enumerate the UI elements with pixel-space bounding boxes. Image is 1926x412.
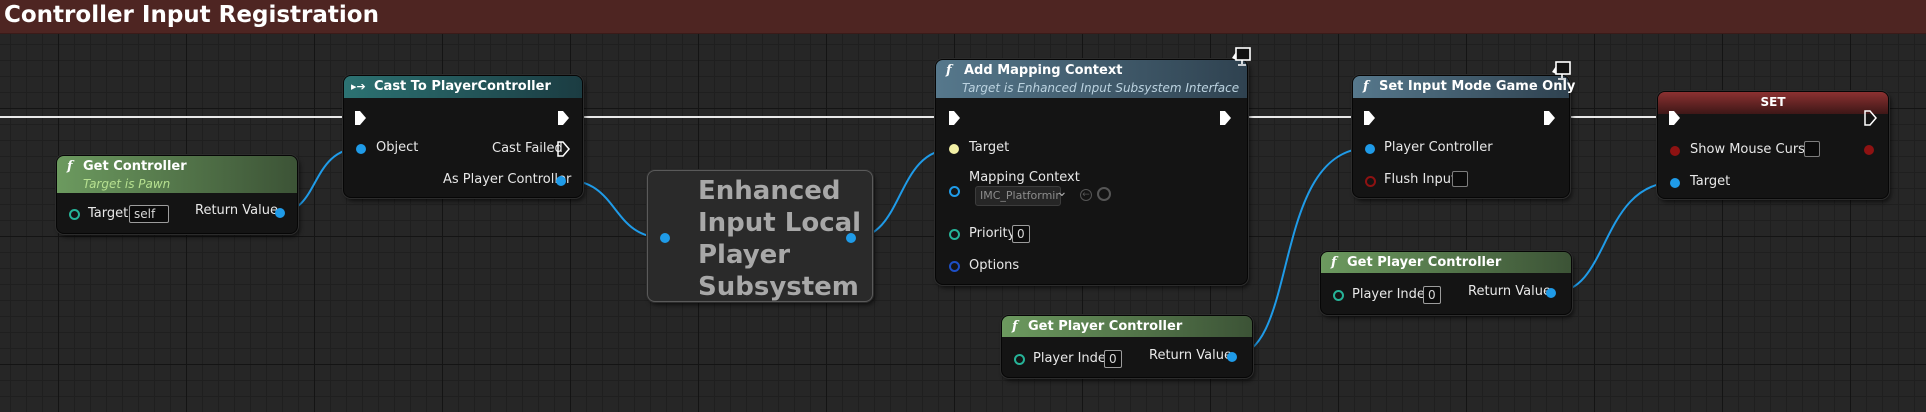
- subsystem-line-2: Input Local: [698, 208, 862, 238]
- mapping-context-dropdown[interactable]: IMC_Platformir: [975, 186, 1061, 206]
- node-get-controller[interactable]: f Get Controller Target is Pawn Target s…: [56, 155, 298, 234]
- browse-icon[interactable]: ←: [1080, 189, 1092, 201]
- exec-in-pin[interactable]: [1363, 110, 1377, 126]
- wire-pc2-to-set-target: [1554, 181, 1677, 293]
- search-icon[interactable]: [1097, 187, 1111, 201]
- node-title: Get Player Controller: [1028, 319, 1183, 334]
- subsystem-line-4: Subsystem: [698, 272, 859, 302]
- function-icon: f: [1363, 79, 1369, 94]
- node-title: Add Mapping Context: [964, 63, 1123, 78]
- subsystem-line-1: Enhanced: [698, 176, 841, 206]
- function-icon: f: [1012, 319, 1018, 334]
- subsystem-line-3: Player: [698, 240, 791, 270]
- node-header: SET: [1658, 92, 1888, 114]
- node-cast-to-playercontroller[interactable]: ▸➔ Cast To PlayerController Object Cast …: [343, 75, 583, 198]
- priority-label: Priority: [969, 226, 1016, 241]
- return-value-pin[interactable]: [275, 208, 285, 218]
- node-set-input-mode-game-only[interactable]: f Set Input Mode Game Only Player Contro…: [1352, 75, 1575, 198]
- node-header: f Set Input Mode Game Only: [1353, 76, 1575, 98]
- node-header: f Add Mapping Context Target is Enhanced…: [936, 60, 1247, 98]
- return-value-label: Return Value: [1149, 348, 1232, 363]
- node-title: Cast To PlayerController: [374, 79, 551, 94]
- exec-in-pin[interactable]: [354, 110, 368, 126]
- target-value[interactable]: self: [129, 205, 169, 223]
- flush-input-pin[interactable]: [1365, 176, 1376, 187]
- mapping-context-value: IMC_Platformir: [980, 189, 1060, 202]
- node-header: f Get Controller Target is Pawn: [57, 156, 297, 193]
- show-mouse-cursor-out-pin[interactable]: [1864, 145, 1874, 155]
- cast-failed-pin[interactable]: [557, 141, 571, 157]
- exec-in-pin[interactable]: [1668, 110, 1682, 126]
- return-value-pin[interactable]: [1546, 288, 1556, 298]
- exec-out-pin[interactable]: [1543, 110, 1557, 126]
- target-pin[interactable]: [1670, 178, 1680, 188]
- priority-value[interactable]: 0: [1012, 225, 1030, 243]
- cast-failed-label: Cast Failed: [492, 141, 563, 156]
- function-icon: f: [946, 63, 952, 78]
- player-index-label: Player Index: [1033, 351, 1114, 366]
- node-title: Get Controller: [83, 159, 187, 174]
- node-header: f Get Player Controller: [1002, 316, 1252, 337]
- return-value-pin[interactable]: [1227, 352, 1237, 362]
- object-pin[interactable]: [356, 144, 366, 154]
- player-index-pin[interactable]: [1014, 354, 1025, 365]
- show-mouse-cursor-pin[interactable]: [1670, 146, 1680, 156]
- exec-out-pin[interactable]: [1219, 110, 1233, 126]
- target-label: Target: [1690, 174, 1731, 189]
- player-controller-label: Player Controller: [1384, 140, 1493, 155]
- target-pin[interactable]: [949, 144, 959, 154]
- player-index-value[interactable]: 0: [1423, 286, 1441, 304]
- player-index-label: Player Index: [1352, 287, 1433, 302]
- node-title: SET: [1760, 95, 1786, 109]
- node-add-mapping-context[interactable]: f Add Mapping Context Target is Enhanced…: [935, 59, 1248, 285]
- mapping-context-pin[interactable]: [949, 186, 960, 197]
- target-pin[interactable]: [69, 209, 80, 220]
- node-get-player-controller-2[interactable]: f Get Player Controller Player Index 0 R…: [1320, 251, 1572, 315]
- dropdown-arrow-icon[interactable]: ⌄: [1056, 184, 1068, 200]
- target-label: Target: [969, 140, 1010, 155]
- exec-out-pin[interactable]: [1864, 110, 1878, 126]
- subsystem-output-pin[interactable]: [846, 233, 856, 243]
- as-player-controller-pin[interactable]: [556, 176, 566, 186]
- node-title: Get Player Controller: [1347, 255, 1502, 270]
- exec-out-pin[interactable]: [557, 110, 571, 126]
- cast-icon: ▸➔: [351, 80, 366, 93]
- function-icon: f: [67, 159, 73, 174]
- node-subtitle: Target is Enhanced Input Subsystem Inter…: [962, 81, 1240, 95]
- flush-input-label: Flush Input: [1384, 172, 1457, 187]
- node-title: Set Input Mode Game Only: [1379, 79, 1576, 94]
- node-enhanced-input-subsystem[interactable]: Enhanced Input Local Player Subsystem: [647, 170, 873, 302]
- return-value-label: Return Value: [195, 203, 278, 218]
- node-header: f Get Player Controller: [1321, 252, 1571, 273]
- options-label: Options: [969, 258, 1020, 273]
- as-player-controller-label: As Player Controller: [443, 172, 572, 187]
- exec-in-pin[interactable]: [948, 110, 962, 126]
- player-index-value[interactable]: 0: [1104, 350, 1122, 368]
- return-value-label: Return Value: [1468, 284, 1551, 299]
- node-header: ▸➔ Cast To PlayerController: [344, 76, 582, 98]
- priority-pin[interactable]: [949, 229, 960, 240]
- node-get-player-controller-1[interactable]: f Get Player Controller Player Index 0 R…: [1001, 315, 1253, 378]
- target-label: Target: [88, 206, 129, 221]
- player-index-pin[interactable]: [1333, 290, 1344, 301]
- subsystem-input-pin[interactable]: [660, 233, 670, 243]
- mapping-context-label: Mapping Context: [969, 170, 1080, 185]
- monitor-icon: [1232, 47, 1251, 66]
- function-icon: f: [1331, 255, 1337, 270]
- player-controller-pin[interactable]: [1365, 144, 1375, 154]
- show-mouse-cursor-label: Show Mouse Cursor: [1690, 142, 1819, 157]
- monitor-icon: [1552, 61, 1571, 80]
- node-set-show-mouse-cursor[interactable]: SET Show Mouse Cursor Target: [1657, 91, 1889, 199]
- show-mouse-cursor-checkbox[interactable]: [1804, 141, 1820, 157]
- node-subtitle: Target is Pawn: [83, 177, 171, 191]
- object-label: Object: [376, 140, 419, 155]
- options-pin[interactable]: [949, 261, 960, 272]
- flush-input-checkbox[interactable]: [1452, 171, 1468, 187]
